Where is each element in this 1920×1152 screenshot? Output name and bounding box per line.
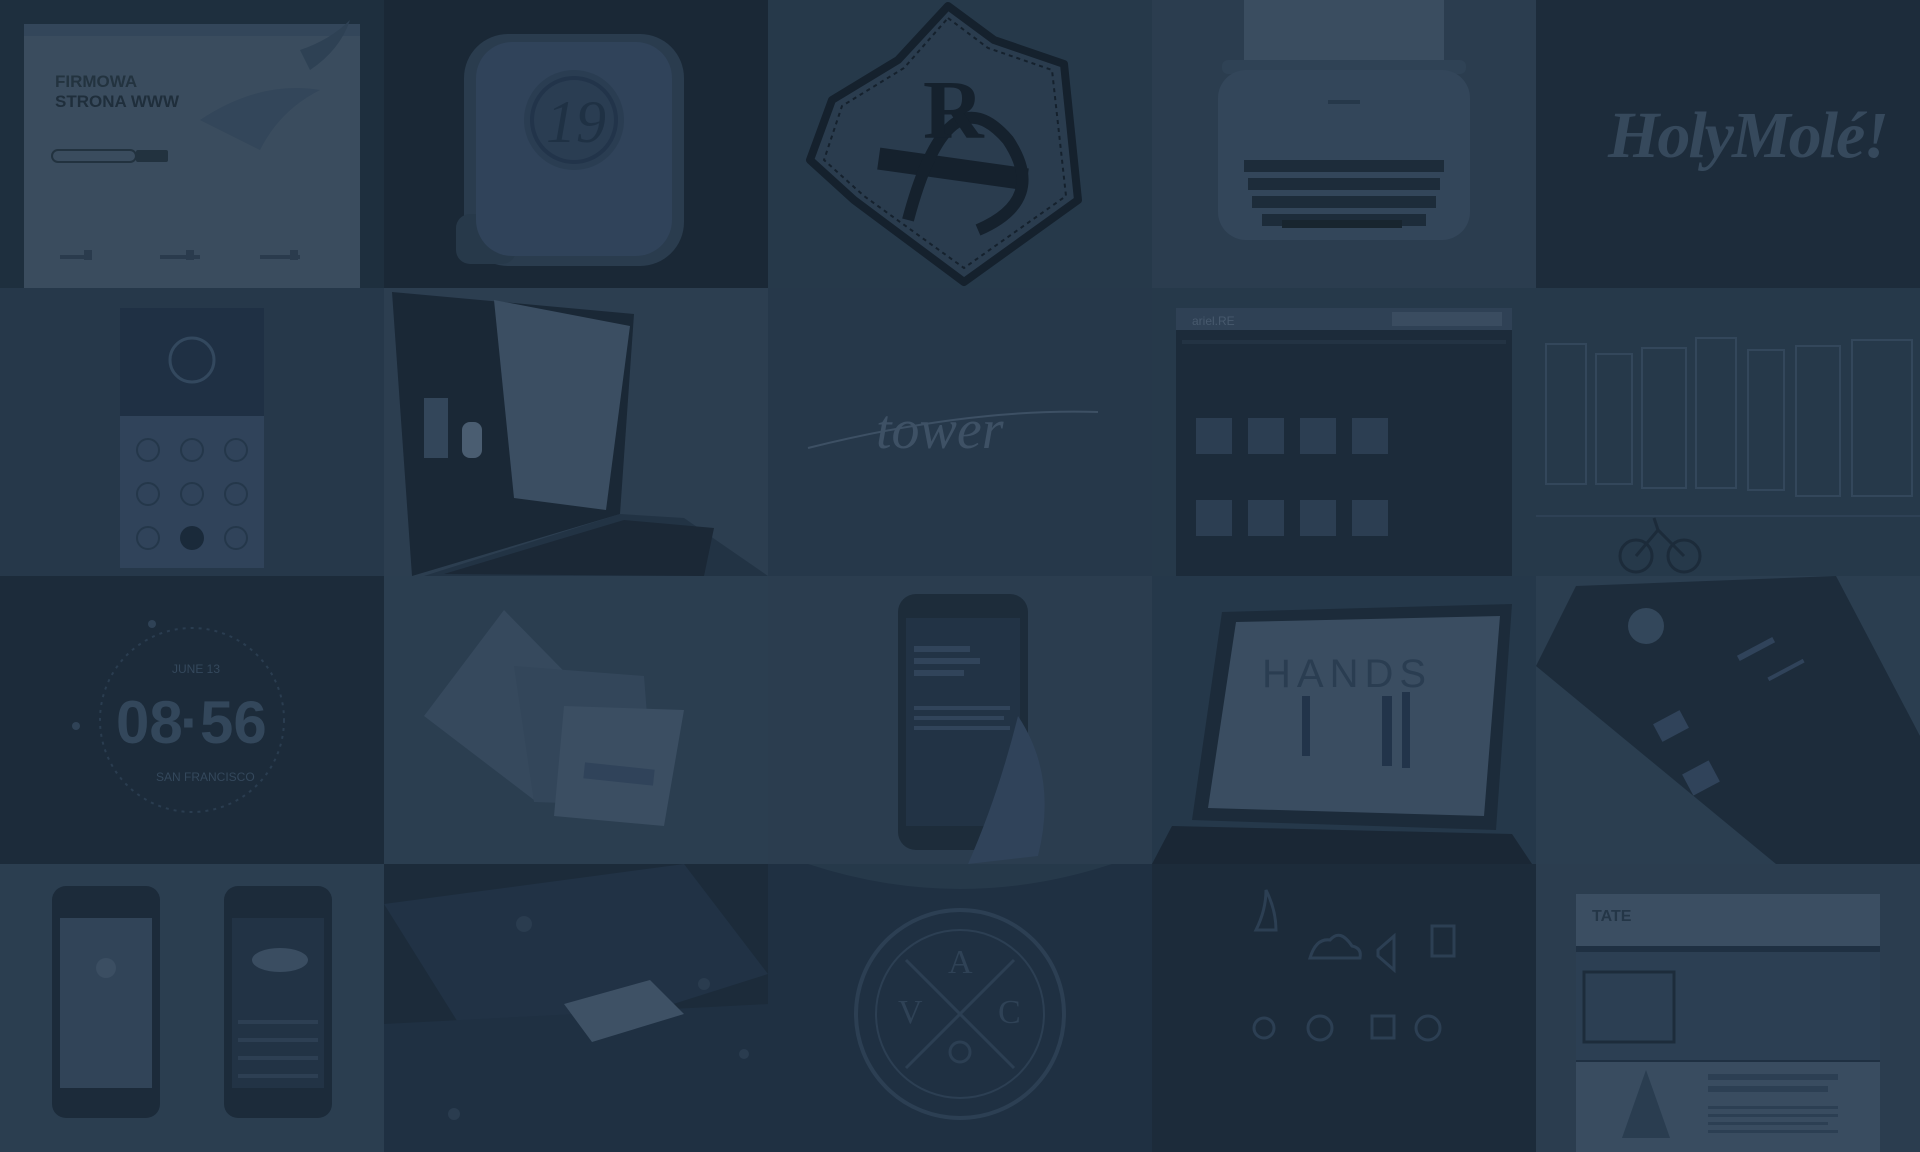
signature-text: tower <box>876 399 1004 461</box>
cloud-icon <box>1307 933 1362 960</box>
portfolio-tile-phone-in-hand[interactable] <box>768 576 1152 864</box>
cloud-icon <box>252 948 308 972</box>
badge-letter-a: A <box>948 944 973 981</box>
dashboard-illustration <box>384 864 768 1152</box>
icon-set-illustration <box>1252 889 1456 1042</box>
portfolio-tile-clock-screen[interactable]: JUNE 13 08 · 56 SAN FRANCISCO <box>0 576 384 864</box>
portfolio-tile-laptop-document[interactable] <box>384 288 768 576</box>
check-icon <box>180 526 204 550</box>
phone-icon <box>1536 576 1920 864</box>
portfolio-tile-typewriter[interactable] <box>1152 0 1536 288</box>
clock-city: SAN FRANCISCO <box>156 770 255 784</box>
portfolio-tile-firmowa-strona-www[interactable]: FIRMOWA STRONA WWW <box>0 0 384 288</box>
portfolio-tile-holy-mole-lettering[interactable]: HolyMolé! <box>1536 0 1920 288</box>
clock-separator: · <box>180 689 200 756</box>
person-icon <box>1628 608 1664 644</box>
globe-icon <box>1306 1014 1334 1042</box>
portfolio-tile-dark-web-store[interactable]: ariel.RE <box>1152 288 1536 576</box>
clock-hours: 08 <box>116 689 183 756</box>
badge-letter-v: V <box>898 994 923 1031</box>
portfolio-tile-city-skyline-bike[interactable] <box>1536 288 1920 576</box>
portfolio-tile-stitched-badge-logo[interactable]: R <box>768 0 1152 288</box>
site-logo: TATE <box>1592 908 1632 925</box>
portfolio-tile-dark-dashboard[interactable] <box>384 864 768 1152</box>
website-mockup-illustration <box>24 20 360 288</box>
portfolio-tile-two-phones-weather[interactable] <box>0 864 384 1152</box>
portfolio-tile-mobile-icon-grid[interactable] <box>0 288 384 576</box>
typewriter-icon <box>1218 0 1470 240</box>
hero-title-line2: STRONA WWW <box>55 92 180 111</box>
portfolio-tile-pine-tree-website[interactable]: TATE <box>1536 864 1920 1152</box>
holy-mole-logo: HolyMolé! <box>1608 99 1889 172</box>
portfolio-tile-ios-app-icon[interactable]: 19 <box>384 0 768 288</box>
portfolio-tile-script-signature[interactable]: tower <box>768 288 1152 576</box>
portfolio-tile-phone-card-app[interactable] <box>1536 576 1920 864</box>
city-illustration <box>1536 337 1920 574</box>
badge-monogram: R <box>923 64 984 157</box>
bicycle-icon <box>1618 517 1702 574</box>
fashion-site-heading: HANDS <box>1262 652 1433 696</box>
portfolio-tile-line-icon-set[interactable] <box>1152 864 1536 1152</box>
weather-phones <box>52 886 332 1118</box>
portfolio-tile-vac-badge-tshirt[interactable]: A V C <box>768 864 1152 1152</box>
badge-letter-c: C <box>998 994 1021 1031</box>
sun-icon <box>96 958 116 978</box>
laptop-icon <box>392 292 768 576</box>
phone-icon <box>898 594 1045 864</box>
mobile-app-screen <box>120 308 264 568</box>
clock-minutes: 56 <box>200 689 267 756</box>
portfolio-tile-laptop-fashion-site[interactable]: HANDS <box>1152 576 1536 864</box>
target-icon <box>1414 1014 1442 1042</box>
calendar-icon <box>1370 1014 1396 1040</box>
document-icon <box>1430 924 1456 958</box>
brochure-icon <box>424 610 684 826</box>
speaker-icon <box>1376 932 1396 974</box>
hero-title-line1: FIRMOWA <box>55 72 138 91</box>
store-brand: ariel.RE <box>1192 314 1235 328</box>
badge-icon <box>768 864 1152 1152</box>
laptop-icon <box>1152 604 1532 864</box>
store-mockup <box>1176 308 1512 576</box>
rocket-icon <box>1253 889 1278 932</box>
clock-date: JUNE 13 <box>172 662 221 676</box>
portfolio-grid: FIRMOWA STRONA WWW 19 R HolyMolé! tower … <box>0 0 1920 1152</box>
portfolio-tile-brochure-stationery[interactable] <box>384 576 768 864</box>
lightbulb-icon <box>1252 1016 1276 1040</box>
monogram-text: 19 <box>546 89 606 155</box>
